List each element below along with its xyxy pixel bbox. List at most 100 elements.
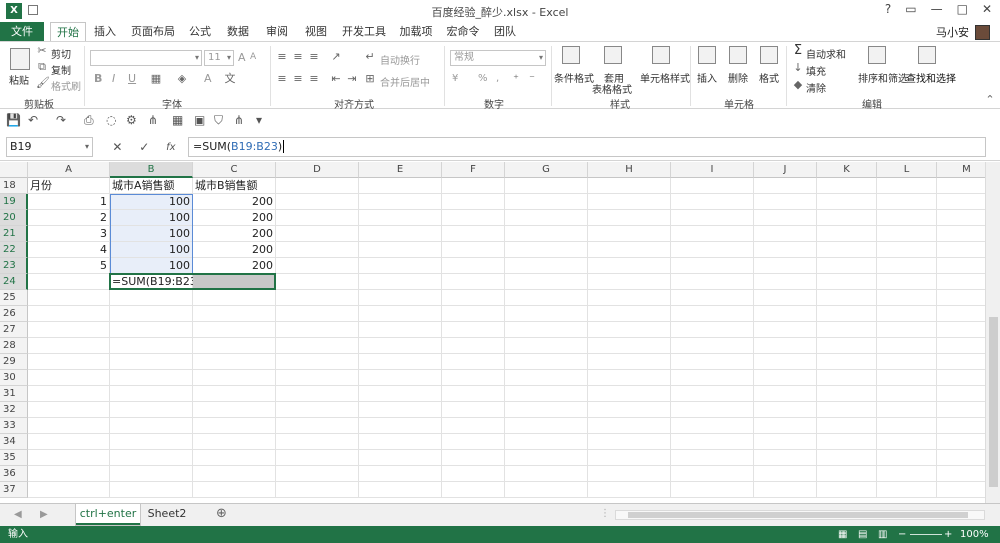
row-header-35[interactable]: 35 (0, 450, 28, 466)
cell-g31[interactable] (505, 386, 588, 402)
cell-c23[interactable]: 200 (193, 258, 276, 274)
wrap-text-button[interactable]: 自动换行 (380, 52, 420, 67)
cell-g34[interactable] (505, 434, 588, 450)
cell-k35[interactable] (817, 450, 877, 466)
tab-data[interactable]: 数据 (223, 22, 253, 41)
cell-g37[interactable] (505, 482, 588, 498)
sheet-tab-ctrl-enter[interactable]: ctrl+enter (76, 504, 140, 525)
row-header-18[interactable]: 18 (0, 178, 28, 194)
cell-d23[interactable] (276, 258, 359, 274)
column-header-e[interactable]: E (359, 162, 442, 178)
cell-d25[interactable] (276, 290, 359, 306)
cell-j29[interactable] (754, 354, 817, 370)
cell-i35[interactable] (671, 450, 754, 466)
cell-c29[interactable] (193, 354, 276, 370)
cell-e37[interactable] (359, 482, 442, 498)
cell-d26[interactable] (276, 306, 359, 322)
row-header-33[interactable]: 33 (0, 418, 28, 434)
row-header-36[interactable]: 36 (0, 466, 28, 482)
cut-button[interactable]: 剪切 (51, 46, 71, 61)
cell-h24[interactable] (588, 274, 671, 290)
cell-e21[interactable] (359, 226, 442, 242)
cell-d19[interactable] (276, 194, 359, 210)
row-header-28[interactable]: 28 (0, 338, 28, 354)
page-break-view-icon[interactable]: ▥ (878, 526, 887, 543)
tab-review[interactable]: 审阅 (262, 22, 292, 41)
cell-e18[interactable] (359, 178, 442, 194)
format-cells-button[interactable]: 格式 (759, 70, 779, 85)
cell-h25[interactable] (588, 290, 671, 306)
cell-b18[interactable]: 城市A销售额 (110, 178, 193, 194)
cell-h35[interactable] (588, 450, 671, 466)
cell-b24[interactable]: =SUM(B19:B23) (110, 274, 201, 290)
cell-g22[interactable] (505, 242, 588, 258)
cell-c18[interactable]: 城市B销售额 (193, 178, 276, 194)
column-header-d[interactable]: D (276, 162, 359, 178)
cell-i27[interactable] (671, 322, 754, 338)
cell-f31[interactable] (442, 386, 505, 402)
cell-j19[interactable] (754, 194, 817, 210)
cell-f29[interactable] (442, 354, 505, 370)
cell-g35[interactable] (505, 450, 588, 466)
number-format-combo[interactable]: 常规 ▾ (450, 50, 546, 66)
cell-k24[interactable] (817, 274, 877, 290)
column-header-f[interactable]: F (442, 162, 505, 178)
cell-j22[interactable] (754, 242, 817, 258)
column-header-h[interactable]: H (588, 162, 671, 178)
cell-j33[interactable] (754, 418, 817, 434)
cell-h32[interactable] (588, 402, 671, 418)
cell-l25[interactable] (877, 290, 937, 306)
cell-g27[interactable] (505, 322, 588, 338)
cell-h30[interactable] (588, 370, 671, 386)
percent-button[interactable]: % (478, 73, 488, 84)
cell-i22[interactable] (671, 242, 754, 258)
cell-b33[interactable] (110, 418, 193, 434)
row-header-30[interactable]: 30 (0, 370, 28, 386)
cell-d27[interactable] (276, 322, 359, 338)
font-size-combo[interactable]: 11 ▾ (204, 50, 234, 66)
cell-j37[interactable] (754, 482, 817, 498)
cell-a20[interactable]: 2 (28, 210, 110, 226)
cell-m20[interactable] (937, 210, 985, 226)
horizontal-scrollbar[interactable] (615, 510, 985, 520)
cell-d20[interactable] (276, 210, 359, 226)
cell-e27[interactable] (359, 322, 442, 338)
cell-f21[interactable] (442, 226, 505, 242)
cell-h22[interactable] (588, 242, 671, 258)
cell-e34[interactable] (359, 434, 442, 450)
tab-developer[interactable]: 开发工具 (340, 22, 388, 41)
cell-j20[interactable] (754, 210, 817, 226)
cell-styles-button[interactable]: 单元格样式 (640, 70, 690, 85)
cell-l30[interactable] (877, 370, 937, 386)
cell-f36[interactable] (442, 466, 505, 482)
cell-a36[interactable] (28, 466, 110, 482)
cell-f32[interactable] (442, 402, 505, 418)
row-header-24[interactable]: 24 (0, 274, 28, 290)
cell-c36[interactable] (193, 466, 276, 482)
cell-k34[interactable] (817, 434, 877, 450)
close-button[interactable]: ✕ (982, 2, 992, 16)
cell-g20[interactable] (505, 210, 588, 226)
align-middle-icon[interactable]: ≡ (292, 51, 304, 63)
cell-k31[interactable] (817, 386, 877, 402)
cell-i33[interactable] (671, 418, 754, 434)
cell-f22[interactable] (442, 242, 505, 258)
cell-m29[interactable] (937, 354, 985, 370)
cell-h23[interactable] (588, 258, 671, 274)
cell-c25[interactable] (193, 290, 276, 306)
cell-c37[interactable] (193, 482, 276, 498)
quick-print-icon[interactable]: ⎙ (84, 113, 94, 128)
row-header-21[interactable]: 21 (0, 226, 28, 242)
cell-e33[interactable] (359, 418, 442, 434)
cell-l22[interactable] (877, 242, 937, 258)
cell-j25[interactable] (754, 290, 817, 306)
cell-l20[interactable] (877, 210, 937, 226)
cell-c34[interactable] (193, 434, 276, 450)
cell-f30[interactable] (442, 370, 505, 386)
settings-icon[interactable]: ⚙ (126, 113, 137, 127)
tab-home[interactable]: 开始 (50, 22, 86, 42)
cell-a21[interactable]: 3 (28, 226, 110, 242)
cell-d34[interactable] (276, 434, 359, 450)
cell-a30[interactable] (28, 370, 110, 386)
cell-i18[interactable] (671, 178, 754, 194)
